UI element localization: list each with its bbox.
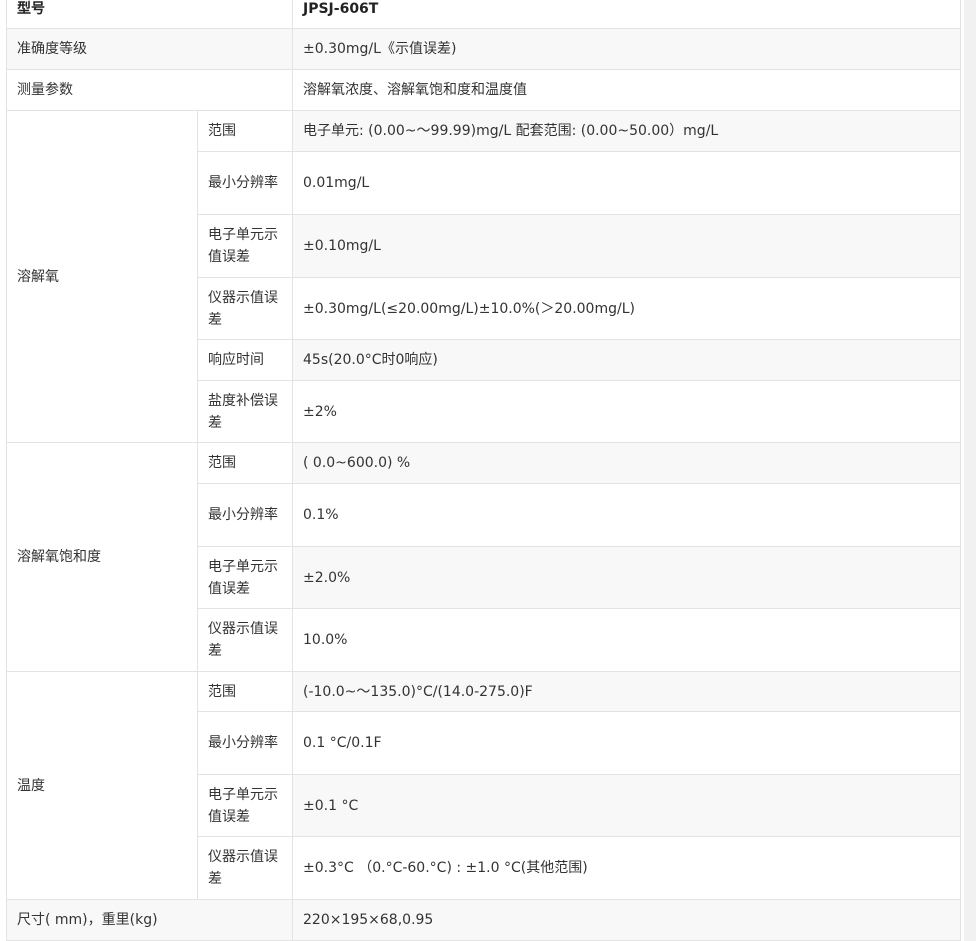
row-value: ±0.30mg/L(≤20.00mg/L)±10.0%(＞20.00mg/L)	[292, 277, 961, 340]
row-value: ±0.3°C （0.°C-60.°C) : ±1.0 °C(其他范围)	[292, 836, 961, 900]
row-label: 最小分辨率	[197, 711, 293, 775]
table-row: 准确度等级 ±0.30mg/L《示值误差)	[6, 28, 961, 70]
row-label: 范围	[197, 110, 293, 152]
table-row: 溶解氧 范围 电子单元: (0.00~～99.99)mg/L 配套范围: (0.…	[6, 110, 961, 443]
table-row: 温度 范围 (-10.0~～135.0)°C/(14.0-275.0)F	[6, 671, 961, 900]
table-row: 测量参数 溶解氧浓度、溶解氧饱和度和温度值	[6, 69, 961, 111]
row-label: 电子单元示值误差	[197, 214, 293, 278]
row-value: ±2%	[292, 380, 961, 443]
row-value: 电子单元: (0.00~～99.99)mg/L 配套范围: (0.00~50.0…	[292, 110, 961, 152]
row-value: ±0.10mg/L	[292, 214, 961, 278]
size-weight-value: 220×195×68,0.95	[292, 899, 961, 941]
row-value: ±0.1 °C	[292, 774, 961, 837]
accuracy-value: ±0.30mg/L《示值误差)	[292, 28, 961, 70]
group-name-do: 溶解氧	[6, 110, 198, 443]
params-label: 测量参数	[6, 69, 293, 111]
row-label: 仪器示值误差	[197, 277, 293, 340]
table-row: 型号 JPSJ-606T	[6, 0, 961, 29]
row-label: 范围	[197, 442, 293, 484]
row-value: (-10.0~～135.0)°C/(14.0-275.0)F	[292, 671, 961, 712]
model-value: JPSJ-606T	[292, 0, 961, 29]
row-value: 0.01mg/L	[292, 151, 961, 215]
params-value: 溶解氧浓度、溶解氧饱和度和温度值	[292, 69, 961, 111]
group-name-temperature: 温度	[6, 671, 198, 900]
model-label: 型号	[6, 0, 293, 29]
accuracy-label: 准确度等级	[6, 28, 293, 70]
row-value: 0.1 °C/0.1F	[292, 711, 961, 775]
spec-table: 型号 JPSJ-606T 准确度等级 ±0.30mg/L《示值误差) 测量参数 …	[6, 0, 961, 941]
row-value: ( 0.0~600.0) %	[292, 442, 961, 484]
row-label: 范围	[197, 671, 293, 712]
row-label: 电子单元示值误差	[197, 546, 293, 609]
group-name-saturation: 溶解氧饱和度	[6, 442, 198, 672]
row-label: 最小分辨率	[197, 151, 293, 215]
size-weight-label: 尺寸( mm)，重里(kg)	[6, 899, 293, 941]
table-row: 尺寸( mm)，重里(kg) 220×195×68,0.95	[6, 899, 961, 941]
row-label: 电子单元示值误差	[197, 774, 293, 837]
page-scrollbar[interactable]	[964, 0, 976, 941]
row-value: 10.0%	[292, 608, 961, 672]
row-label: 盐度补偿误差	[197, 380, 293, 443]
row-label: 响应时间	[197, 339, 293, 381]
table-row: 溶解氧饱和度 范围 ( 0.0~600.0) %	[6, 442, 961, 672]
row-value: 0.1%	[292, 483, 961, 547]
row-value: 45s(20.0°C时0响应)	[292, 339, 961, 381]
row-label: 仪器示值误差	[197, 608, 293, 672]
row-value: ±2.0%	[292, 546, 961, 609]
row-label: 最小分辨率	[197, 483, 293, 547]
row-label: 仪器示值误差	[197, 836, 293, 900]
